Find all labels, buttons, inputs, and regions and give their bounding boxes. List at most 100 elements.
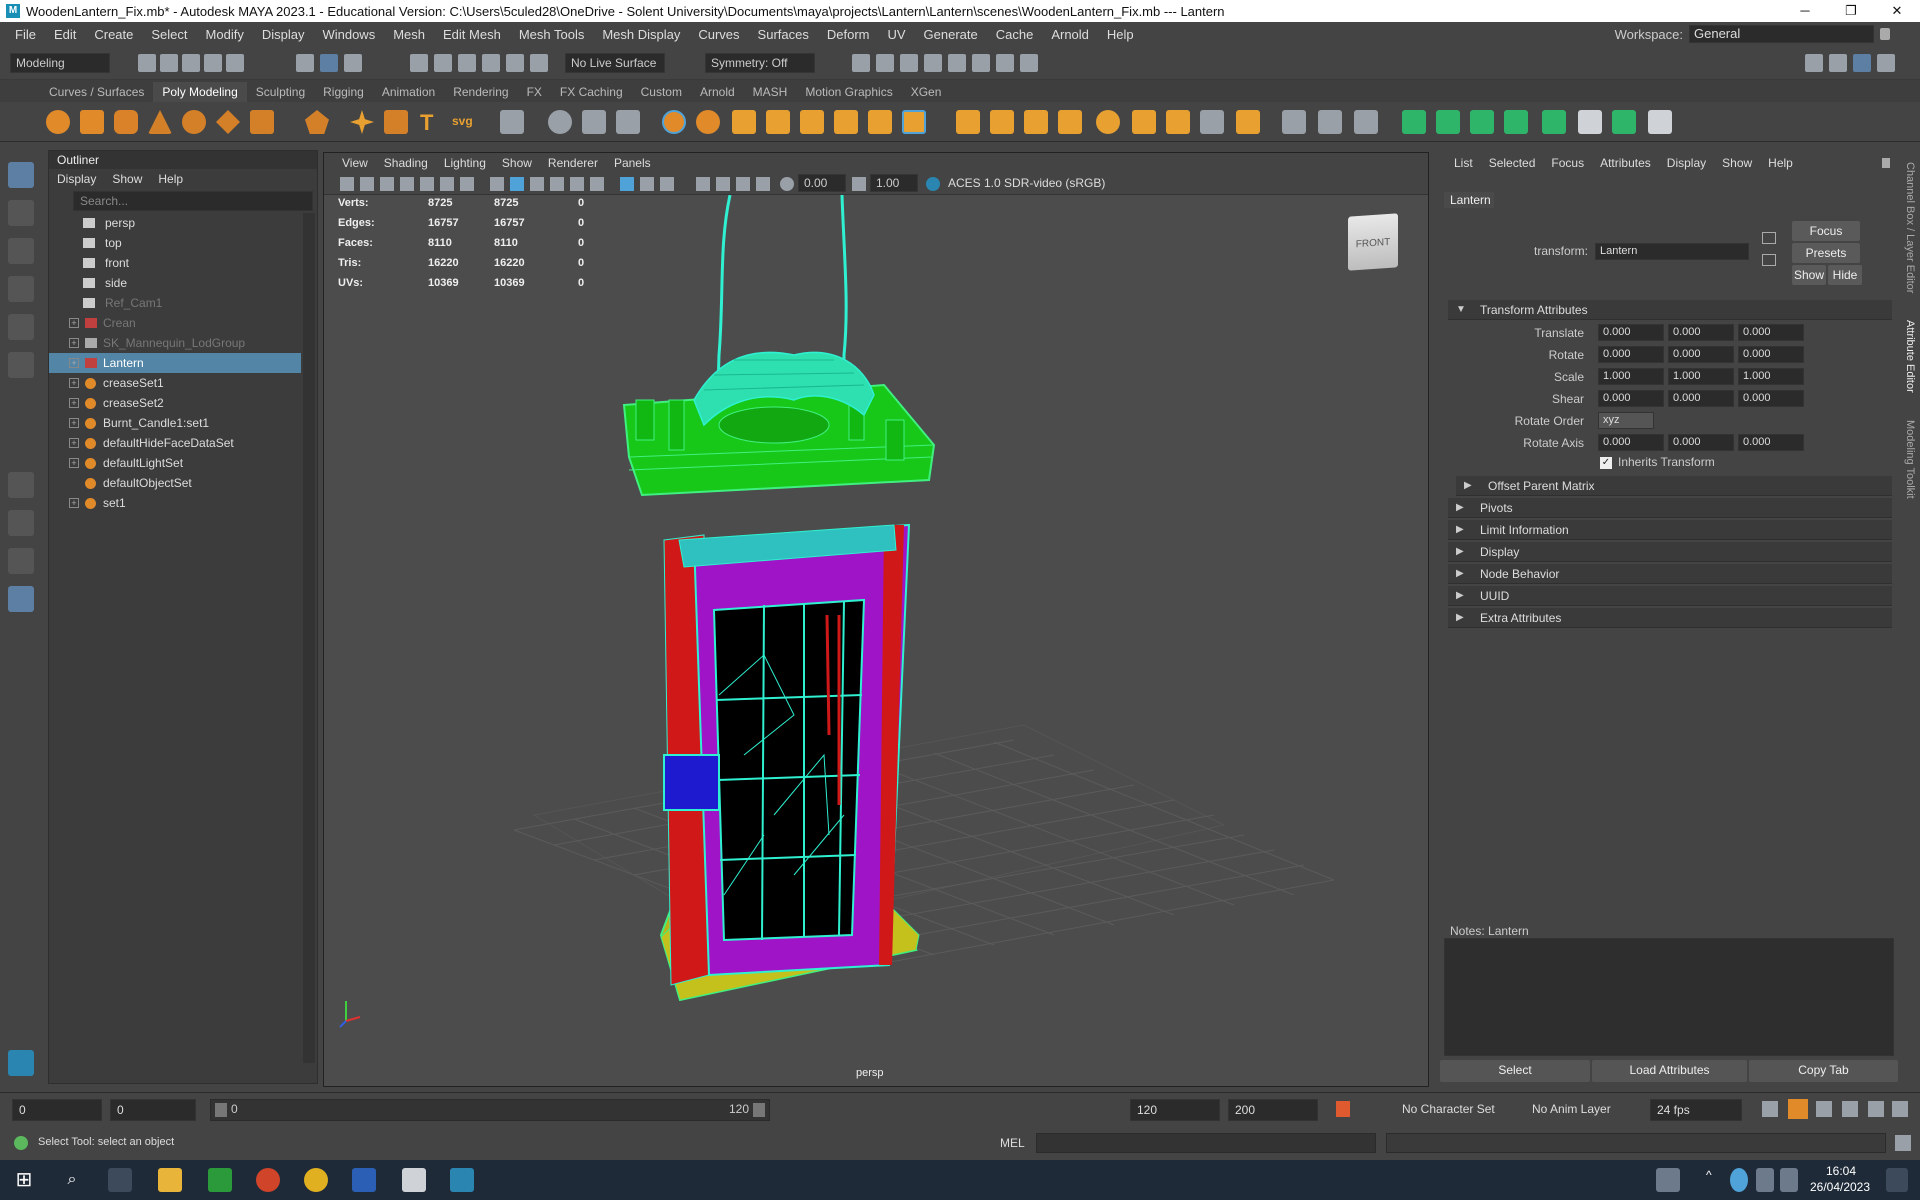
color-management-icon[interactable] [926, 177, 940, 191]
viewport-menu-view[interactable]: View [334, 153, 376, 173]
search-icon[interactable]: ⌕ [60, 1168, 84, 1192]
mirror-icon[interactable] [800, 110, 824, 134]
ae-menu-list[interactable]: List [1446, 156, 1481, 170]
end-time-field[interactable]: 120 [1130, 1099, 1220, 1121]
sew-uv-icon[interactable] [1648, 110, 1672, 134]
search-icon[interactable] [8, 630, 34, 656]
collapse-icon[interactable] [1132, 110, 1156, 134]
focus-button[interactable]: Focus [1792, 221, 1860, 241]
shelf-tab-sculpting[interactable]: Sculpting [247, 82, 314, 102]
viewport-menu-panels[interactable]: Panels [606, 153, 659, 173]
pause-viewport-icon[interactable] [1020, 54, 1038, 72]
onedrive-icon[interactable] [1730, 1168, 1748, 1192]
maximize-button[interactable]: ❐ [1828, 0, 1874, 22]
ae-menu-attributes[interactable]: Attributes [1592, 156, 1659, 170]
insert-edge-loop-icon[interactable] [1318, 110, 1342, 134]
rotate-tool-icon[interactable] [8, 314, 34, 340]
select-by-component-icon[interactable] [344, 54, 362, 72]
menu-create[interactable]: Create [85, 27, 142, 42]
extract-icon[interactable] [834, 110, 858, 134]
shear-x-field[interactable]: 0.000 [1598, 390, 1664, 407]
redo-icon[interactable] [226, 54, 244, 72]
translate-x-field[interactable]: 0.000 [1598, 324, 1664, 341]
notes-textarea[interactable] [1444, 938, 1894, 1056]
file-explorer-icon[interactable] [158, 1168, 182, 1192]
quad-draw-icon[interactable] [616, 110, 640, 134]
rotate-x-field[interactable]: 0.000 [1598, 346, 1664, 363]
hypershade-icon[interactable] [948, 54, 966, 72]
render-settings-icon[interactable] [924, 54, 942, 72]
outliner-layout-icon[interactable] [8, 586, 34, 612]
fill-uv-icon[interactable] [1402, 110, 1426, 134]
extrude-icon[interactable] [956, 110, 980, 134]
script-editor-icon[interactable] [1895, 1135, 1911, 1151]
outliner-row-burnt-candle1-set1[interactable]: + Burnt_Candle1:set1 [49, 413, 301, 433]
shear-y-field[interactable]: 0.000 [1668, 390, 1734, 407]
channel-box-toggle-icon[interactable] [1853, 54, 1871, 72]
menu-edit[interactable]: Edit [45, 27, 85, 42]
snap-point-icon[interactable] [458, 54, 476, 72]
menu-windows[interactable]: Windows [313, 27, 384, 42]
bridge-icon[interactable] [990, 110, 1014, 134]
chevron-up-icon[interactable]: ^ [1706, 1168, 1720, 1192]
keyboard-icon[interactable] [1656, 1168, 1680, 1192]
paint-select-tool-icon[interactable] [8, 238, 34, 264]
menu-mesh-display[interactable]: Mesh Display [593, 27, 689, 42]
rotate-axis-y-field[interactable]: 0.000 [1668, 434, 1734, 451]
platonic-solid-icon[interactable] [305, 110, 329, 134]
load-attributes-button[interactable]: Load Attributes [1592, 1060, 1747, 1082]
xray-active-icon[interactable] [640, 177, 654, 191]
view-cube[interactable]: FRONT [1348, 213, 1398, 271]
node-behavior-section[interactable]: ▶ Node Behavior [1448, 564, 1892, 584]
outliner-row-lantern[interactable]: + Lantern [49, 353, 301, 373]
render-frame-icon[interactable] [876, 54, 894, 72]
shelf-tab-rigging[interactable]: Rigging [314, 82, 373, 102]
combine-icon[interactable] [662, 110, 686, 134]
ae-menu-selected[interactable]: Selected [1481, 156, 1544, 170]
ipr-render-icon[interactable] [900, 54, 918, 72]
command-language-toggle[interactable]: MEL [1000, 1136, 1025, 1150]
range-end-handle[interactable] [753, 1103, 765, 1117]
camera-attributes-icon[interactable] [360, 177, 374, 191]
color-space-dropdown[interactable]: ACES 1.0 SDR-video (sRGB) [948, 176, 1105, 190]
shelf-tab-arnold[interactable]: Arnold [691, 82, 744, 102]
move-tool-icon[interactable] [8, 276, 34, 302]
select-tool-icon[interactable] [8, 162, 34, 188]
outliner-row-persp[interactable]: persp [49, 213, 301, 233]
shelf-tab-rendering[interactable]: Rendering [444, 82, 517, 102]
outliner-row-creaseset2[interactable]: + creaseSet2 [49, 393, 301, 413]
film-gate-icon[interactable] [440, 177, 454, 191]
expand-icon[interactable]: + [69, 378, 79, 388]
separate-icon[interactable] [696, 110, 720, 134]
uv-editor-icon[interactable] [500, 110, 524, 134]
boolean-icon[interactable] [766, 110, 790, 134]
attribute-editor-toggle-icon[interactable] [1829, 54, 1847, 72]
outliner-row-side[interactable]: side [49, 273, 301, 293]
light-editor-icon[interactable] [996, 54, 1014, 72]
ae-menu-show[interactable]: Show [1714, 156, 1760, 170]
shelf-tab-mash[interactable]: MASH [744, 82, 797, 102]
ae-node-tab[interactable]: Lantern [1444, 192, 1494, 208]
scale-y-field[interactable]: 1.000 [1668, 368, 1734, 385]
poly-cone-icon[interactable] [148, 110, 172, 134]
outliner-row-defaulthidefacedataset[interactable]: + defaultHideFaceDataSet [49, 433, 301, 453]
maya-taskbar-icon[interactable] [450, 1168, 474, 1192]
go-to-input-icon[interactable] [1762, 232, 1776, 244]
rotate-axis-z-field[interactable]: 0.000 [1738, 434, 1804, 451]
menu-mesh[interactable]: Mesh [384, 27, 434, 42]
pivots-section[interactable]: ▶ Pivots [1448, 498, 1892, 518]
undo-icon[interactable] [204, 54, 222, 72]
menu-modify[interactable]: Modify [197, 27, 253, 42]
ae-menu-focus[interactable]: Focus [1543, 156, 1592, 170]
bevel-icon[interactable] [1024, 110, 1048, 134]
wireframe-on-shaded-icon[interactable] [530, 177, 544, 191]
menu-file[interactable]: File [6, 27, 45, 42]
gamma-field[interactable]: 1.00 [870, 174, 918, 192]
shelf-tab-xgen[interactable]: XGen [902, 82, 951, 102]
side-tab-channel-box[interactable]: Channel Box / Layer Editor [1904, 162, 1916, 293]
limit-information-section[interactable]: ▶ Limit Information [1448, 520, 1892, 540]
shear-z-field[interactable]: 0.000 [1738, 390, 1804, 407]
shelf-tab-poly-modeling[interactable]: Poly Modeling [153, 82, 247, 102]
poly-type-icon[interactable]: T [420, 110, 433, 136]
volume-icon[interactable] [1780, 1168, 1798, 1192]
